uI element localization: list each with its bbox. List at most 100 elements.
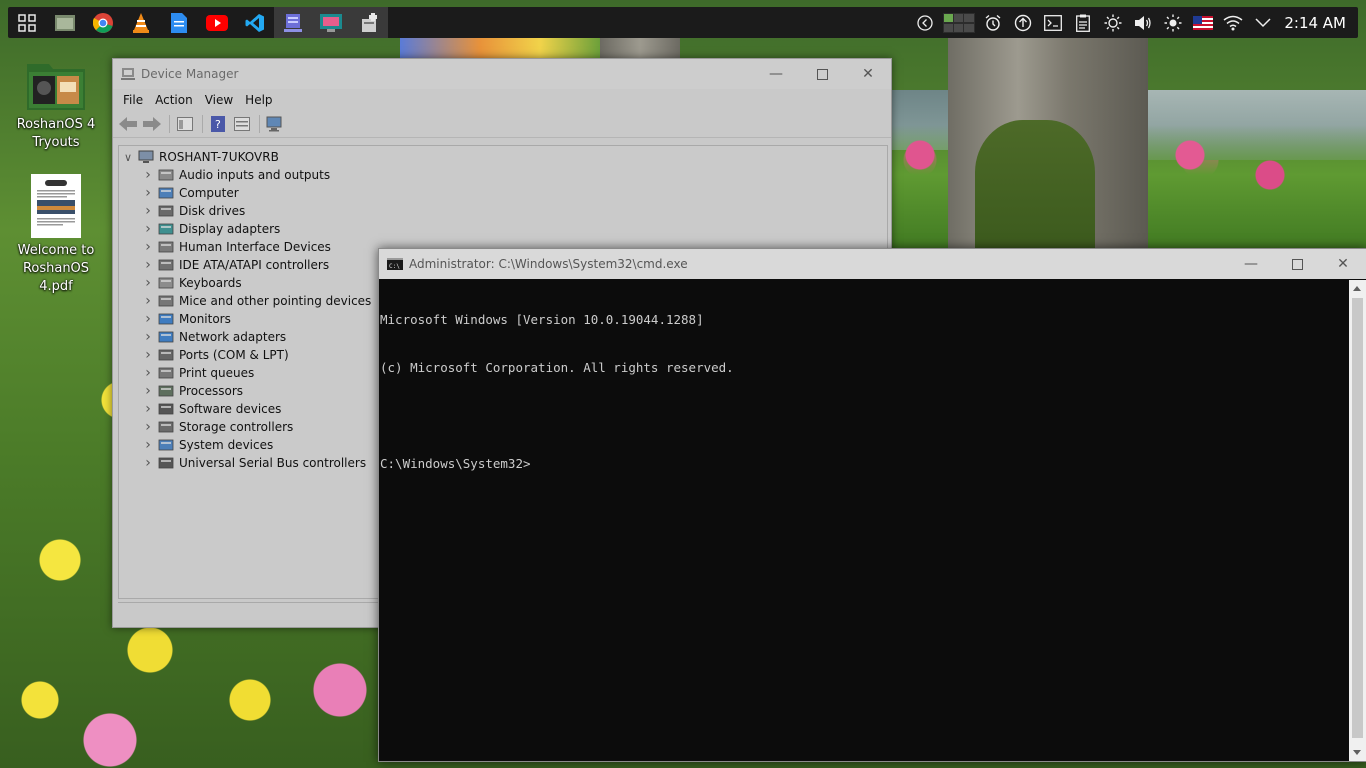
device-manager-icon[interactable] [274,7,312,38]
desktop-item-welcome-pdf[interactable]: Welcome to RoshanOS 4.pdf [8,174,104,296]
expand-chevron-icon[interactable]: › [141,167,155,183]
printer-icon [158,366,174,380]
tree-category-item[interactable]: › Audio inputs and outputs [119,166,887,184]
menu-action[interactable]: Action [149,93,199,107]
tree-category-label: Print queues [179,366,255,380]
display-app-icon[interactable] [312,7,350,38]
file-manager-icon[interactable] [46,7,84,38]
overflow-chevron-icon[interactable] [1248,7,1278,38]
expand-chevron-icon[interactable]: › [141,437,155,453]
expand-chevron-icon[interactable]: › [141,419,155,435]
console-prompt[interactable]: C:\Windows\System32> [380,456,1340,472]
expand-chevron-icon[interactable]: › [141,365,155,381]
workspace-grid-icon[interactable] [940,7,978,38]
expand-chevron-icon[interactable]: › [141,275,155,291]
tree-category-label: Ports (COM & LPT) [179,348,289,362]
menu-help[interactable]: Help [239,93,278,107]
system-tray: 2:14 AM [910,7,1358,38]
desktop-item-tryouts-folder[interactable]: RoshanOS 4 Tryouts [8,60,104,152]
volume-icon[interactable] [1128,7,1158,38]
cmd-titlebar[interactable]: C:\ Administrator: C:\Windows\System32\c… [379,249,1366,279]
properties-button[interactable] [231,113,253,135]
alarm-icon[interactable] [978,7,1008,38]
cmd-app-icon[interactable] [350,7,388,38]
expand-chevron-icon[interactable]: › [141,401,155,417]
window-controls: — ✕ [753,59,891,89]
close-button[interactable]: ✕ [1320,249,1366,279]
expand-chevron-icon[interactable]: › [141,203,155,219]
menu-view[interactable]: View [199,93,239,107]
cmd-window: C:\ Administrator: C:\Windows\System32\c… [378,248,1366,762]
console-line: Microsoft Windows [Version 10.0.19044.12… [380,312,704,327]
properties-icon [234,117,250,131]
expand-chevron-icon[interactable]: › [141,221,155,237]
maximize-button[interactable] [1274,249,1320,279]
computer-root-icon [138,150,154,164]
wifi-icon[interactable] [1218,7,1248,38]
scroll-up-arrow-icon[interactable] [1353,286,1361,291]
wallpaper-tree [600,36,680,58]
close-icon: ✕ [1337,256,1349,272]
terminal-icon[interactable] [1038,7,1068,38]
expand-chevron-icon[interactable]: › [141,239,155,255]
software-device-icon [158,402,174,416]
taskbar: 2:14 AM [8,7,1358,38]
menu-bar: File Action View Help [113,89,891,111]
window-title: Administrator: C:\Windows\System32\cmd.e… [409,257,688,271]
vertical-scrollbar[interactable] [1349,280,1366,761]
help-button[interactable]: ? [207,113,229,135]
console-output[interactable]: Microsoft Windows [Version 10.0.19044.12… [379,280,1340,760]
night-light-icon[interactable] [1158,7,1188,38]
brightness-icon[interactable] [1098,7,1128,38]
system-device-icon [158,438,174,452]
expand-chevron-icon[interactable]: › [141,293,155,309]
minimize-button[interactable]: — [1228,249,1274,279]
start-grid-icon[interactable] [8,7,46,38]
tree-category-item[interactable]: › Display adapters [119,220,887,238]
wallpaper-flowers [400,36,600,58]
back-chevron-icon[interactable] [910,7,940,38]
show-hide-tree-button[interactable] [174,113,196,135]
update-icon[interactable] [1008,7,1038,38]
tree-category-label: Keyboards [179,276,242,290]
toolbar: ? [113,111,891,138]
clipboard-icon[interactable] [1068,7,1098,38]
minimize-button[interactable]: — [753,59,799,89]
tree-category-label: IDE ATA/ATAPI controllers [179,258,330,272]
forward-button[interactable] [141,113,163,135]
expand-chevron-icon[interactable]: › [141,185,155,201]
scan-hardware-button[interactable] [264,113,286,135]
notepad-icon[interactable] [160,7,198,38]
scroll-down-arrow-icon[interactable] [1353,750,1361,755]
scrollbar-thumb[interactable] [1352,298,1363,738]
expand-chevron-icon[interactable]: › [141,257,155,273]
expand-chevron-icon[interactable]: › [141,311,155,327]
svg-text:?: ? [215,118,221,131]
maximize-button[interactable] [799,59,845,89]
hid-icon [158,240,174,254]
expand-chevron-icon[interactable]: › [141,455,155,471]
youtube-icon[interactable] [198,7,236,38]
tree-root[interactable]: ∨ ROSHANT-7UKOVRB [119,148,887,166]
collapse-chevron-icon[interactable]: ∨ [121,151,135,164]
vscode-icon[interactable] [236,7,274,38]
desktop-item-label: Welcome to RoshanOS 4.pdf [17,243,95,294]
close-button[interactable]: ✕ [845,59,891,89]
back-arrow-icon [119,117,137,131]
expand-chevron-icon[interactable]: › [141,329,155,345]
tree-category-item[interactable]: › Disk drives [119,202,887,220]
chrome-icon[interactable] [84,7,122,38]
tree-category-item[interactable]: › Computer [119,184,887,202]
clock[interactable]: 2:14 AM [1278,14,1350,32]
back-button[interactable] [117,113,139,135]
menu-file[interactable]: File [117,93,149,107]
console-tree-icon [177,117,193,131]
display-adapter-icon [158,222,174,236]
us-flag-icon[interactable] [1188,7,1218,38]
device-manager-titlebar[interactable]: Device Manager — ✕ [113,59,891,89]
tree-category-label: System devices [179,438,274,452]
speaker-icon [158,168,174,182]
expand-chevron-icon[interactable]: › [141,347,155,363]
expand-chevron-icon[interactable]: › [141,383,155,399]
vlc-icon[interactable] [122,7,160,38]
